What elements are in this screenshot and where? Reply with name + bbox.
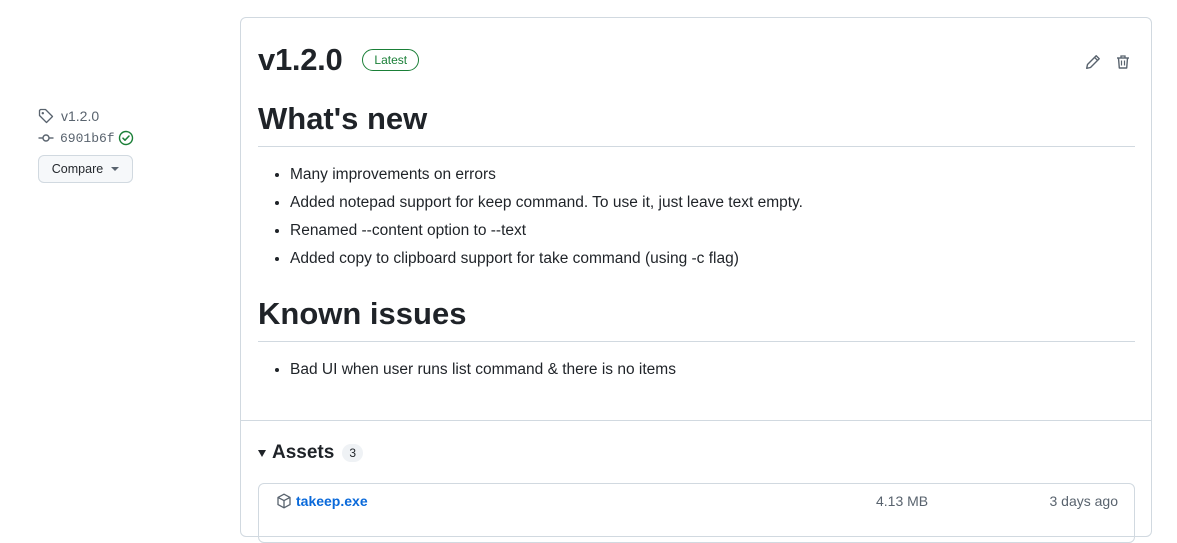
tag-label[interactable]: v1.2.0 (61, 108, 99, 124)
asset-list: takeep.exe 4.13 MB 3 days ago (258, 483, 1135, 543)
release-title[interactable]: v1.2.0 (258, 42, 343, 78)
tag-icon (38, 108, 54, 124)
release-card: v1.2.0 Latest What's new Many improvemen… (240, 17, 1152, 543)
list-item: Added copy to clipboard support for take… (290, 245, 1135, 273)
compare-button[interactable]: Compare (38, 155, 133, 183)
list-item: Renamed --content option to --text (290, 217, 1135, 245)
assets-divider (241, 420, 1151, 421)
compare-button-label: Compare (51, 162, 104, 176)
package-icon (277, 493, 291, 509)
whats-new-list: Many improvements on errors Added notepa… (258, 161, 1135, 273)
latest-badge: Latest (362, 49, 420, 71)
assets-label: Assets (272, 442, 335, 463)
known-issues-list: Bad UI when user runs list command & the… (258, 356, 1135, 384)
list-item: Bad UI when user runs list command & the… (290, 356, 1135, 384)
section-heading-known-issues: Known issues (258, 295, 1135, 342)
assets-count-badge: 3 (342, 444, 364, 462)
section-heading-whats-new: What's new (258, 100, 1135, 147)
trash-icon (1117, 55, 1129, 69)
release-sidebar: v1.2.0 6901b6f Compare (38, 105, 228, 183)
list-item: Added notepad support for keep command. … (290, 189, 1135, 217)
asset-link[interactable]: takeep.exe (296, 493, 368, 509)
asset-size: 4.13 MB (876, 493, 929, 509)
commit-sha[interactable]: 6901b6f (60, 131, 115, 146)
delete-button[interactable] (1115, 54, 1131, 70)
assets-toggle[interactable]: Assets 3 (258, 442, 364, 464)
commit-row[interactable]: 6901b6f (38, 127, 228, 149)
release-header: v1.2.0 Latest (258, 42, 420, 78)
release-actions (1085, 54, 1131, 70)
release-notes: What's new Many improvements on errors A… (258, 100, 1135, 384)
verified-check-icon[interactable] (118, 130, 134, 146)
pencil-icon (1086, 55, 1100, 69)
tag-row[interactable]: v1.2.0 (38, 105, 228, 127)
chevron-down-icon (111, 167, 120, 171)
triangle-down-icon (258, 449, 266, 457)
commit-icon (38, 134, 54, 142)
asset-date: 3 days ago (1049, 493, 1119, 509)
edit-button[interactable] (1085, 54, 1101, 70)
list-item: Many improvements on errors (290, 161, 1135, 189)
